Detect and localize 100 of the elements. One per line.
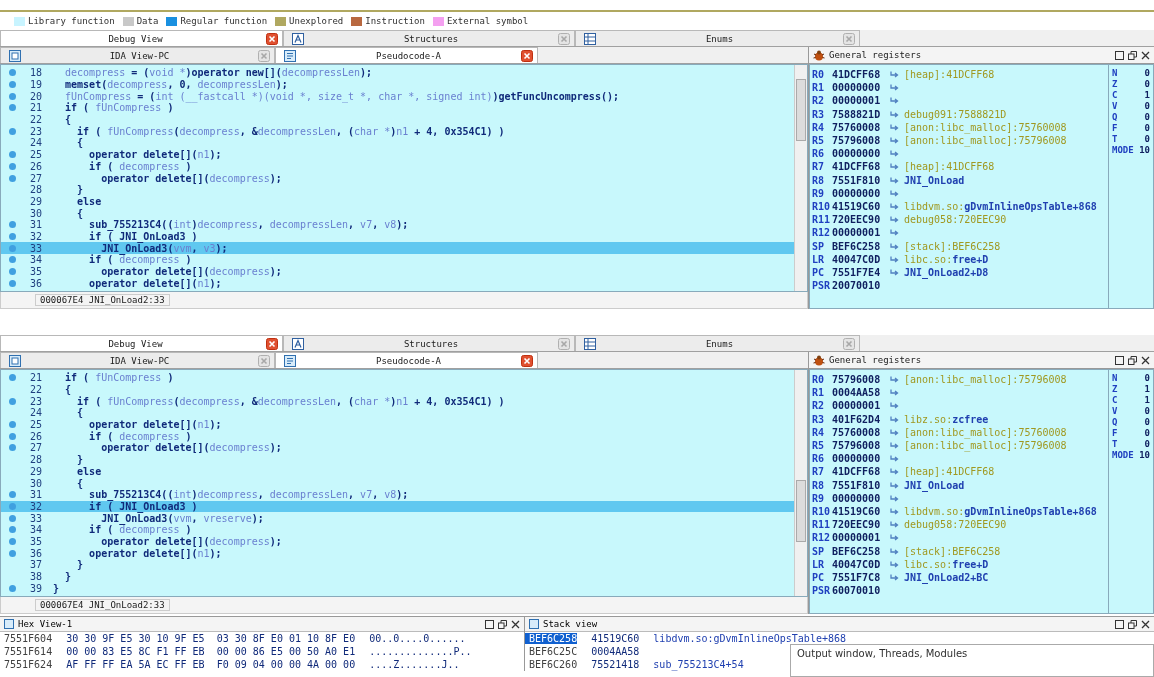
breakpoint-dot[interactable] [9,92,16,100]
register-target[interactable]: libdvm.so:gDvmInlineOpsTable+868 [904,505,1097,517]
code-line[interactable]: 24 { [1,137,794,149]
register-target[interactable]: JNI_OnLoad [904,174,965,186]
register-row[interactable]: PSR 20070010 [810,279,1108,293]
tab[interactable]: Enums [575,30,860,46]
register-row[interactable]: R7 41DCFF68 [heap]:41DCFF68 [810,465,1108,479]
restore-icon[interactable] [498,619,507,629]
code-line[interactable]: 27 operator delete[](decompress); [1,442,794,454]
register-row[interactable]: R6 00000000 [810,147,1108,161]
code-editor[interactable] [0,369,808,597]
register-row[interactable]: PC 7551F7C8 JNI_OnLoad2+BC [810,570,1108,584]
code-line[interactable]: 21 if ( fUnCompress ) [1,372,794,384]
code-line[interactable]: 26 if ( decompress ) [1,430,794,443]
register-row[interactable]: R4 75760008 [anon:libc_malloc]:75760008 [810,120,1108,134]
breakpoint-dot[interactable] [9,491,16,499]
register-target[interactable]: JNI_OnLoad [904,479,965,491]
code-line[interactable]: 35 operator delete[](decompress); [1,265,794,278]
register-row[interactable]: R11 720EEC90 debug058:720EEC90 [810,518,1108,532]
register-target[interactable]: libc.so:free+D [904,253,989,265]
code-line[interactable]: 35 operator delete[](decompress); [1,535,794,548]
breakpoint-dot[interactable] [9,537,16,545]
breakpoint-dot[interactable] [9,256,16,264]
code-line[interactable]: 25 operator delete[](n1); [1,418,794,431]
register-row[interactable]: R4 75760008 [anon:libc_malloc]:75760008 [810,425,1108,439]
code-line[interactable]: 36 operator delete[](n1); [1,547,794,559]
breakpoint-dot[interactable] [9,232,16,240]
maximize-icon[interactable] [485,619,494,629]
tab[interactable]: Debug View [0,30,283,46]
code-line[interactable]: 25 operator delete[](n1); [1,148,794,161]
code-line[interactable]: 28 } [1,183,794,196]
breakpoint-dot[interactable] [9,81,16,89]
close-icon[interactable] [266,337,278,350]
code-line[interactable]: 22 { [1,383,794,396]
register-row[interactable]: PC 7551F7E4 JNI_OnLoad2+D8 [810,265,1108,279]
register-row[interactable]: R9 00000000 [810,186,1108,200]
code-line[interactable]: 34 if ( decompress ) [1,523,794,536]
scrollbar[interactable] [794,370,807,596]
restore-icon[interactable] [1128,50,1137,60]
register-row[interactable]: LR 40047C0D libc.so:free+D [810,557,1108,571]
breakpoint-dot[interactable] [9,174,16,182]
register-row[interactable]: R5 75796008 [anon:libc_malloc]:75796008 [810,438,1108,453]
code-line[interactable]: 38 } [1,570,794,583]
breakpoint-dot[interactable] [9,432,16,440]
code-line[interactable]: 31 sub_755213C4((int)decompress, decompressLen, v7, v8); [1,218,794,231]
breakpoint-dot[interactable] [9,151,16,159]
tab[interactable]: Pseudocode-A [275,47,538,63]
scrollbar[interactable] [794,65,807,291]
breakpoint-dot[interactable] [9,244,16,252]
breakpoint-dot[interactable] [9,444,16,452]
close-icon[interactable] [521,49,533,62]
code-line[interactable]: 39 } [1,582,794,595]
register-row[interactable]: R3 401F62D4 libz.so:zcfree [810,412,1108,426]
tab[interactable]: Structures [283,30,575,46]
breakpoint-dot[interactable] [9,268,16,276]
register-target[interactable]: JNI_OnLoad2+D8 [904,266,989,278]
register-row[interactable]: SP BEF6C258 [stack]:BEF6C258 [810,544,1108,558]
breakpoint-dot[interactable] [9,421,16,429]
restore-icon[interactable] [1128,355,1137,365]
tab[interactable]: IDA View-PC [0,352,275,368]
tab[interactable]: Structures [283,335,575,351]
restore-icon[interactable] [1128,619,1137,629]
code-line[interactable]: 19 memset(decompress, 0, decompressLen); [1,78,794,91]
tab[interactable]: Debug View [0,335,283,351]
register-row[interactable]: R6 00000000 [810,452,1108,466]
register-row[interactable]: SP BEF6C258 [stack]:BEF6C258 [810,239,1108,253]
stack-address[interactable]: BEF6C25C [525,646,578,657]
register-row[interactable]: R10 41519C60 libdvm.so:gDvmInlineOpsTable+868 [810,199,1108,214]
close-icon[interactable] [1141,50,1150,60]
maximize-icon[interactable] [1115,355,1124,365]
register-row[interactable]: LR 40047C0D libc.so:free+D [810,252,1108,266]
breakpoint-dot[interactable] [9,69,16,77]
maximize-icon[interactable] [1115,50,1124,60]
code-editor[interactable] [0,64,808,292]
code-line[interactable]: 26 if ( decompress ) [1,160,794,173]
code-line[interactable]: 23 if ( fUnCompress(decompress, &decompressLen, (char *)n1 + 4, 0x354C1) ) [1,395,794,408]
register-row[interactable]: R2 00000001 [810,399,1108,413]
code-line[interactable]: 37 } [1,559,794,571]
register-row[interactable]: R0 75796008 [anon:libc_malloc]:75796008 [810,373,1108,387]
code-line[interactable]: 36 operator delete[](n1); [1,277,794,290]
register-row[interactable]: R11 720EEC90 debug058:720EEC90 [810,213,1108,227]
code-line[interactable]: 21 if ( fUnCompress ) [1,102,794,114]
register-row[interactable]: R0 41DCFF68 [heap]:41DCFF68 [810,68,1108,82]
breakpoint-dot[interactable] [9,514,16,522]
register-row[interactable]: R12 00000001 [810,226,1108,240]
breakpoint-dot[interactable] [9,162,16,170]
breakpoint-dot[interactable] [9,104,16,112]
breakpoint-dot[interactable] [9,584,16,592]
breakpoint-dot[interactable] [9,374,16,382]
register-target[interactable]: libdvm.so:gDvmInlineOpsTable+868 [904,200,1097,212]
stack-address[interactable]: BEF6C258 [525,633,578,644]
breakpoint-dot[interactable] [9,221,16,229]
register-target[interactable]: JNI_OnLoad2+BC [904,571,989,583]
register-row[interactable]: R5 75796008 [anon:libc_malloc]:75796008 [810,133,1108,148]
code-line[interactable]: 23 if ( fUnCompress(decompress, &decompressLen, (char *)n1 + 4, 0x354C1) ) [1,125,794,138]
register-row[interactable]: PSR 60070010 [810,584,1108,598]
breakpoint-dot[interactable] [9,526,16,534]
close-icon[interactable] [266,32,278,45]
code-line[interactable]: 30 { [1,207,794,219]
register-target[interactable]: libc.so:free+D [904,558,989,570]
